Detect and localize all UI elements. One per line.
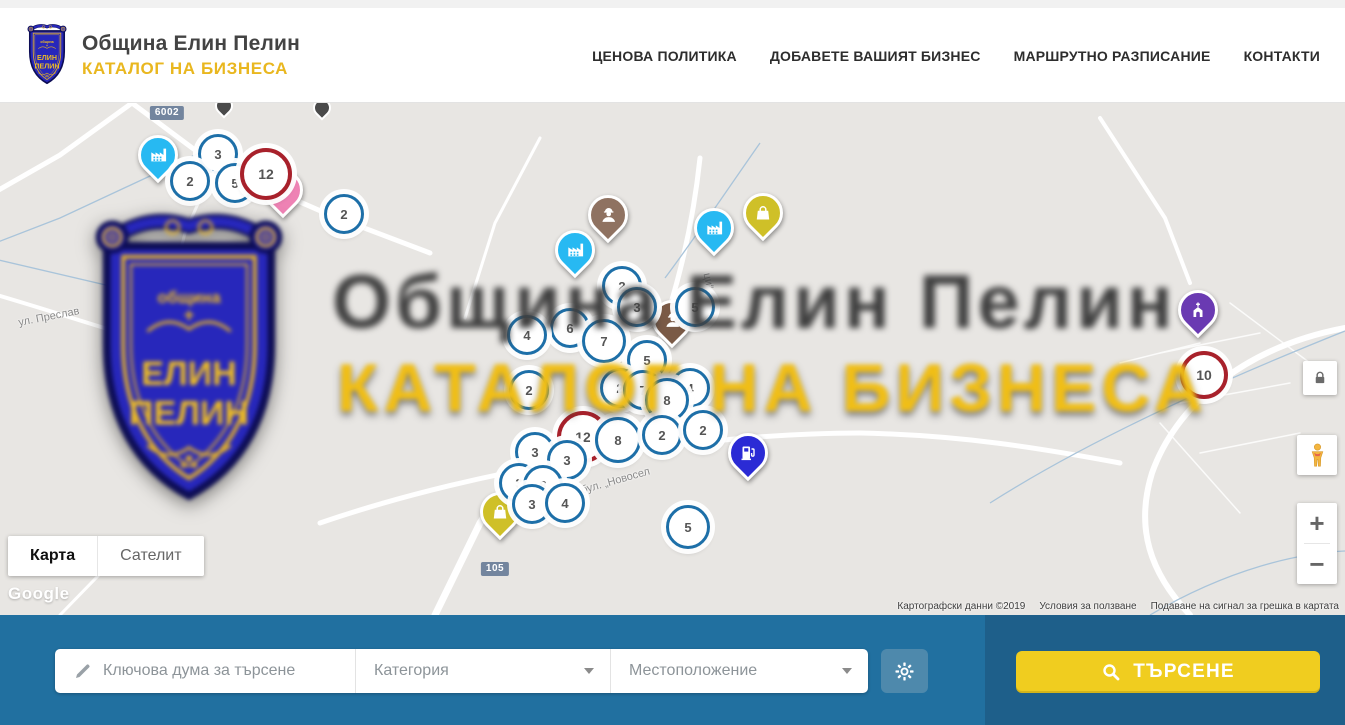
lock-button[interactable] <box>1303 361 1337 395</box>
search-panel: Категория Местоположение <box>0 615 1345 725</box>
search-fields: Категория Местоположение <box>55 649 868 693</box>
map-cluster-marker[interactable]: 8 <box>595 417 641 463</box>
zoom-in-button[interactable]: + <box>1297 503 1337 543</box>
road-number-label: 6002 <box>150 106 184 120</box>
road-number-label: 105 <box>481 562 509 576</box>
maptype-map-button[interactable]: Карта <box>8 536 97 576</box>
map-cluster-marker[interactable]: 2 <box>509 370 549 410</box>
google-logo[interactable]: Google <box>8 584 70 604</box>
report-error-link[interactable]: Подаване на сигнал за грешка в картата <box>1151 601 1339 612</box>
category-dropdown[interactable]: Категория <box>355 649 610 693</box>
keyword-search-input[interactable] <box>103 662 343 680</box>
category-dropdown-value: Категория <box>356 662 449 680</box>
nav-item[interactable]: ДОБАВЕТЕ ВАШИЯТ БИЗНЕС <box>770 48 981 64</box>
map-cluster-marker[interactable]: 2 <box>170 161 210 201</box>
nav-item[interactable]: ЦЕНОВА ПОЛИТИКА <box>592 48 737 64</box>
map-cluster-marker[interactable]: 4 <box>507 315 547 355</box>
street-view-pegman-button[interactable] <box>1297 435 1337 475</box>
padlock-icon <box>1312 370 1328 386</box>
search-icon <box>1101 662 1121 682</box>
map-cluster-marker[interactable]: 12 <box>240 148 292 200</box>
maptype-satellite-button[interactable]: Сателит <box>97 536 203 576</box>
site-header: Община Елин Пелин КАТАЛОГ НА БИЗНЕСА ЦЕН… <box>0 8 1345 103</box>
search-submit-button[interactable]: ТЪРСЕНЕ <box>1016 651 1320 693</box>
pegman-icon <box>1304 442 1331 469</box>
site-logo[interactable]: Община Елин Пелин КАТАЛОГ НА БИЗНЕСА <box>24 24 300 86</box>
zoom-control: + − <box>1297 503 1337 584</box>
location-dropdown[interactable]: Местоположение <box>610 649 868 693</box>
map-cluster-marker[interactable]: 2 <box>642 415 682 455</box>
map-cluster-marker[interactable]: 5 <box>666 505 710 549</box>
map-cluster-marker[interactable]: 7 <box>582 319 626 363</box>
keyword-field[interactable] <box>55 649 355 693</box>
main-nav: ЦЕНОВА ПОЛИТИКА ДОБАВЕТЕ ВАШИЯТ БИЗНЕС МАР… <box>592 8 1320 103</box>
gear-icon <box>894 661 915 682</box>
search-submit-label: ТЪРСЕНЕ <box>1133 661 1235 683</box>
map-canvas[interactable]: 325122235647522748128223338345106002105у… <box>0 103 1345 615</box>
maptype-control: Карта Сателит <box>8 536 204 576</box>
nav-item[interactable]: КОНТАКТИ <box>1244 48 1320 64</box>
pencil-icon <box>73 661 93 681</box>
municipality-emblem-icon <box>24 24 70 86</box>
map-attribution: Картографски данни ©2019 Условия за полз… <box>897 601 1339 612</box>
map-cluster-marker[interactable]: 5 <box>675 287 715 327</box>
map-cluster-marker[interactable]: 10 <box>1180 351 1228 399</box>
terms-link[interactable]: Условия за ползване <box>1039 601 1136 612</box>
map-cluster-marker[interactable]: 3 <box>617 287 657 327</box>
nav-item[interactable]: МАРШРУТНО РАЗПИСАНИЕ <box>1014 48 1211 64</box>
map-cluster-marker[interactable]: 2 <box>324 194 364 234</box>
map-cluster-marker[interactable]: 4 <box>545 483 585 523</box>
chevron-down-icon <box>842 668 852 674</box>
map-cluster-marker[interactable]: 2 <box>683 410 723 450</box>
advanced-settings-button[interactable] <box>881 649 928 693</box>
location-dropdown-value: Местоположение <box>611 662 757 680</box>
attribution-copyright: Картографски данни ©2019 <box>897 601 1025 612</box>
chevron-down-icon <box>584 668 594 674</box>
site-subtitle: КАТАЛОГ НА БИЗНЕСА <box>82 59 300 79</box>
zoom-out-button[interactable]: − <box>1297 544 1337 584</box>
site-title: Община Елин Пелин <box>82 32 300 56</box>
